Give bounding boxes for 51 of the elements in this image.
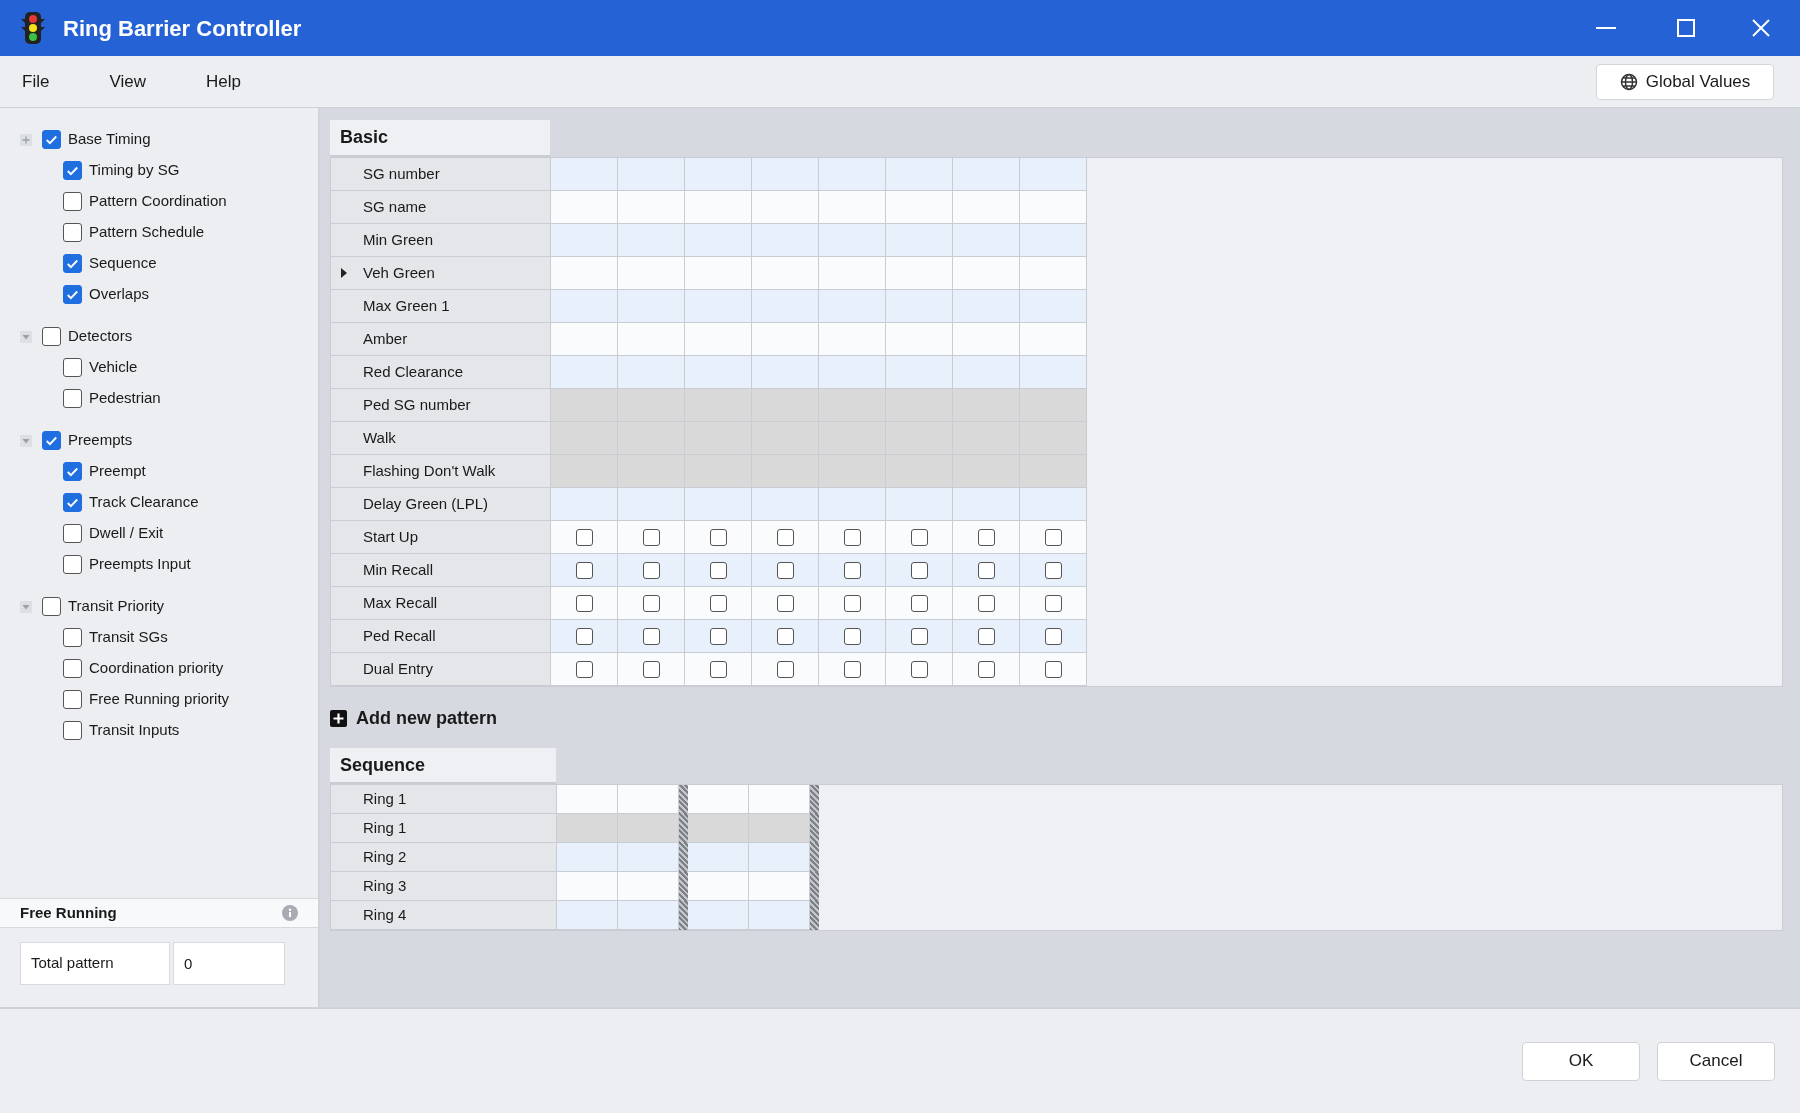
tree-item[interactable]: Pattern Coordination xyxy=(89,190,227,213)
dialog-button[interactable]: OK xyxy=(1522,1041,1640,1081)
row-header: SG number xyxy=(331,158,551,191)
menu-item[interactable]: File xyxy=(10,61,62,102)
tree-item[interactable]: Free Running priority xyxy=(89,688,230,711)
tree-item[interactable]: Timing by SG xyxy=(89,159,180,182)
row-header: Dual Entry xyxy=(331,653,551,686)
row-header: Max Green 1 xyxy=(331,290,551,323)
tree-item[interactable]: Sequence xyxy=(89,252,157,275)
tree-item[interactable]: Transit Priority xyxy=(68,595,165,618)
tree-item[interactable]: Preempts xyxy=(68,429,133,452)
row-header: Ped Recall xyxy=(331,620,551,653)
row-header: Flashing Don't Walk xyxy=(331,455,551,488)
tree-item[interactable]: Preempts Input xyxy=(89,553,191,576)
tree-item[interactable]: Vehicle xyxy=(89,356,138,379)
tree-item[interactable]: Preempt xyxy=(89,460,146,483)
row-header: Delay Green (LPL) xyxy=(331,488,551,521)
row-header: Ring 1 xyxy=(331,785,557,814)
tree-item[interactable]: Coordination priority xyxy=(89,657,224,680)
tree-item[interactable]: Pedestrian xyxy=(89,387,161,410)
menu-item[interactable]: Help xyxy=(193,61,253,102)
row-header: Veh Green xyxy=(331,257,551,290)
row-header: Min Green xyxy=(331,224,551,257)
tree-item[interactable]: Pattern Schedule xyxy=(89,221,205,244)
tree-item[interactable]: Dwell / Exit xyxy=(89,522,164,545)
window-title: Ring Barrier Controller xyxy=(63,14,302,43)
row-header: Ring 3 xyxy=(331,872,557,901)
row-header: Ring 2 xyxy=(331,843,557,872)
row-header: Ped SG number xyxy=(331,389,551,422)
tree-item[interactable]: Detectors xyxy=(68,325,133,348)
row-header: Walk xyxy=(331,422,551,455)
row-header: Amber xyxy=(331,323,551,356)
row-header: Start Up xyxy=(331,521,551,554)
row-header: Max Recall xyxy=(331,587,551,620)
global-values-button[interactable]: Global Values xyxy=(1596,63,1774,100)
row-header: Ring 4 xyxy=(331,901,557,930)
row-header: Red Clearance xyxy=(331,356,551,389)
total-pattern-field[interactable]: 0 xyxy=(173,942,285,985)
add-pattern-button[interactable]: Add new pattern xyxy=(330,705,497,732)
row-header: Min Recall xyxy=(331,554,551,587)
menu-item[interactable]: View xyxy=(97,61,158,102)
tree-item[interactable]: Track Clearance xyxy=(89,491,199,514)
dialog-button[interactable]: Cancel xyxy=(1657,1041,1775,1081)
section-title: Free Running xyxy=(20,902,117,923)
tree-item[interactable]: Transit SGs xyxy=(89,626,168,649)
row-header: Ring 1 xyxy=(331,814,557,843)
tree-item[interactable]: Overlaps xyxy=(89,283,150,306)
tree-item[interactable]: Base Timing xyxy=(68,128,151,151)
total-pattern-label: Total pattern xyxy=(20,942,170,985)
row-header: SG name xyxy=(331,191,551,224)
tree-item[interactable]: Transit Inputs xyxy=(89,719,180,742)
